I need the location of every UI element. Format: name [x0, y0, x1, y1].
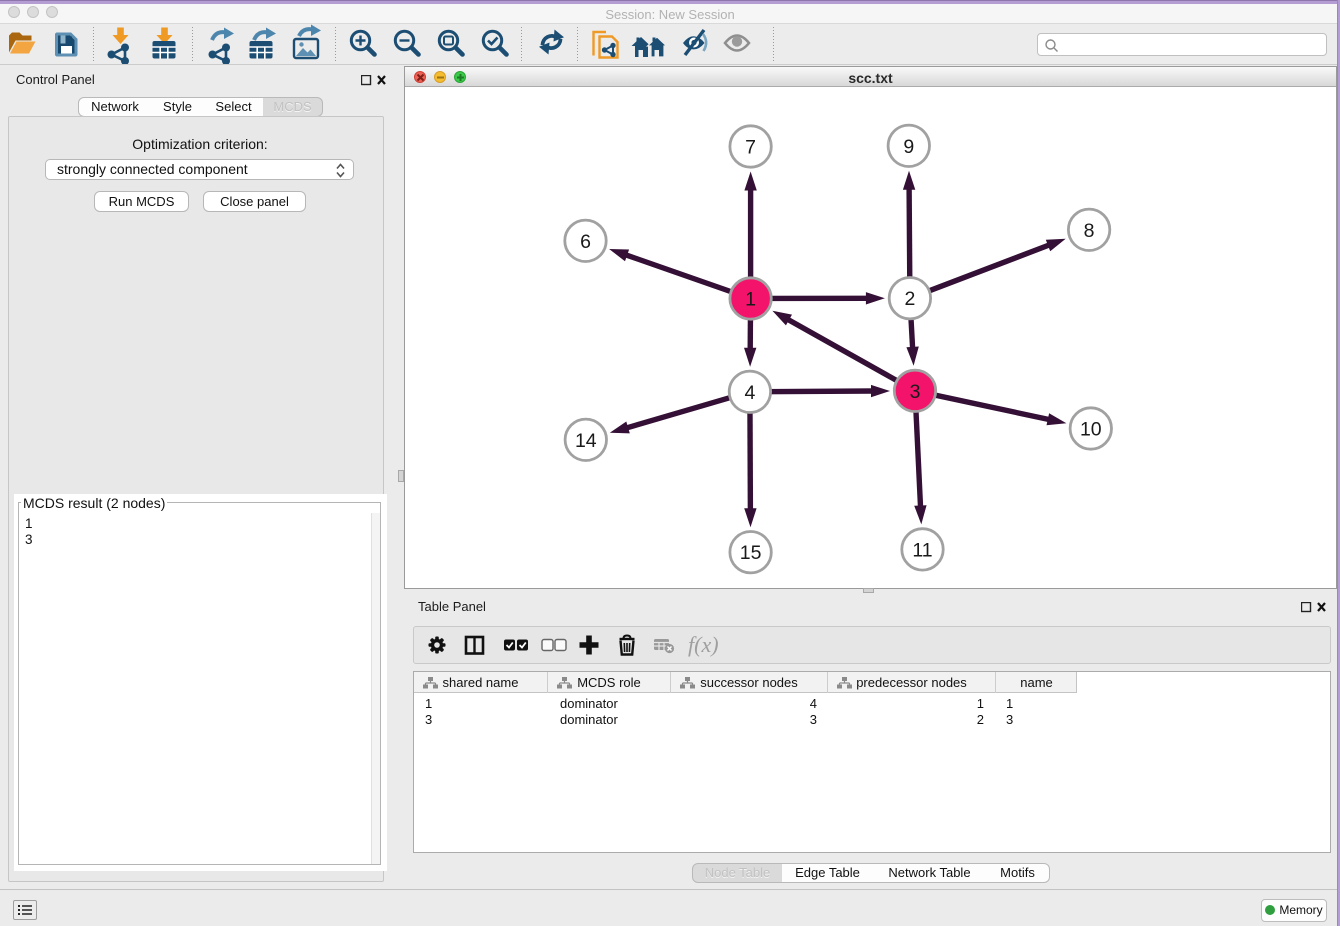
svg-text:1: 1: [745, 289, 756, 311]
svg-text:8: 8: [1084, 220, 1095, 242]
svg-text:11: 11: [912, 539, 932, 561]
svg-text:f(x): f(x): [688, 632, 719, 657]
svg-text:10: 10: [1080, 419, 1102, 441]
svg-text:3: 3: [910, 381, 921, 403]
svg-text:2: 2: [904, 288, 915, 310]
svg-text:7: 7: [745, 137, 756, 159]
svg-text:15: 15: [740, 542, 762, 564]
svg-text:14: 14: [575, 430, 597, 452]
svg-text:6: 6: [580, 231, 591, 253]
svg-text:9: 9: [903, 136, 914, 158]
svg-text:4: 4: [744, 382, 755, 404]
